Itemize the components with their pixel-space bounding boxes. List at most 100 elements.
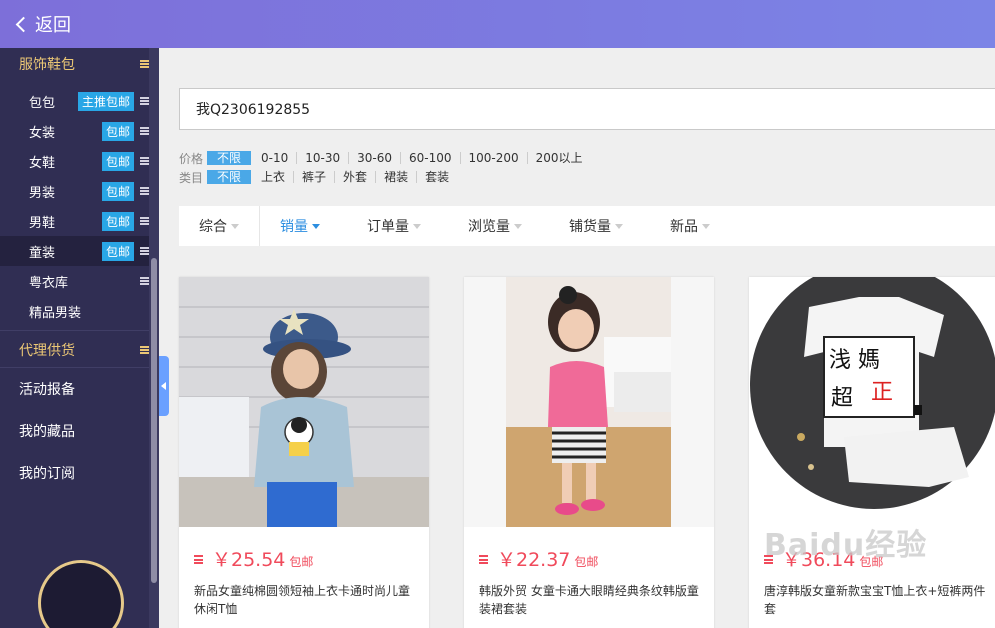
sidebar-item-premium-menswear[interactable]: 精品男装	[0, 296, 159, 326]
svg-text:正: 正	[871, 380, 893, 405]
product-title[interactable]: 新品女童纯棉圆领短袖上衣卡通时尚儿童休闲T恤	[194, 582, 419, 618]
sidebar-item-yueyiku[interactable]: 粤衣库	[0, 266, 159, 296]
menu-icon[interactable]	[140, 247, 149, 255]
price-row: ￥22.37 包邮	[479, 545, 598, 572]
filter-option[interactable]: 60-100	[400, 152, 460, 164]
filter-label: 价格	[179, 151, 204, 166]
shipping-tag: 包邮	[101, 121, 134, 141]
menu-icon[interactable]	[140, 277, 149, 285]
sort-label: 浏览量	[468, 219, 510, 235]
product-price: ￥22.37	[497, 549, 571, 571]
product-price: ￥25.54	[212, 549, 286, 571]
caret-down-icon	[413, 223, 421, 229]
sort-views[interactable]: 浏览量	[441, 206, 542, 246]
filter-option[interactable]: 100-200	[459, 152, 527, 164]
sidebar-section-apparel[interactable]: 服饰鞋包	[0, 48, 159, 80]
sidebar-item-womens-wear[interactable]: 女装 包邮	[0, 116, 159, 146]
filter-option[interactable]: 外套	[334, 171, 375, 183]
filter-option[interactable]: 200以上	[526, 152, 591, 164]
menu-icon[interactable]	[140, 127, 149, 135]
menu-icon[interactable]	[140, 187, 149, 195]
divider	[0, 330, 159, 331]
menu-icon[interactable]	[140, 217, 149, 225]
watermark: Baidu经验	[764, 528, 928, 563]
sidebar-item-mens-wear[interactable]: 男装 包邮	[0, 176, 159, 206]
shipping-label: 包邮	[289, 555, 314, 569]
sidebar-item-label: 男鞋	[29, 215, 56, 231]
sidebar-item-label: 粤衣库	[29, 275, 69, 291]
sort-distribution[interactable]: 铺货量	[542, 206, 643, 246]
product-title[interactable]: 韩版外贸 女童卡通大眼睛经典条纹韩版童装裙套装	[479, 582, 704, 618]
product-card[interactable]: ￥22.37 包邮 韩版外贸 女童卡通大眼睛经典条纹韩版童装裙套装	[464, 277, 714, 628]
sidebar-item-label: 精品男装	[29, 305, 82, 321]
product-image[interactable]	[464, 277, 714, 527]
sort-label: 综合	[199, 219, 227, 235]
filter-option[interactable]: 0-10	[261, 152, 296, 164]
sort-sales[interactable]: 销量	[260, 206, 340, 246]
sidebar-item-womens-shoes[interactable]: 女鞋 包邮	[0, 146, 159, 176]
category-filter: 类目 不限 上衣 裤子 外套 裙装 套装	[179, 169, 457, 185]
price-filter: 价格 不限 0-10 10-30 30-60 60-100 100-200 20…	[179, 150, 591, 166]
filter-option[interactable]: 10-30	[296, 152, 348, 164]
sort-label: 铺货量	[569, 219, 611, 235]
caret-down-icon	[615, 223, 623, 229]
sort-label: 新品	[670, 219, 698, 235]
chevron-left-icon	[15, 16, 32, 33]
menu-icon[interactable]	[479, 555, 488, 564]
product-card[interactable]: ￥25.54 包邮 新品女童纯棉圆领短袖上衣卡通时尚儿童休闲T恤	[179, 277, 429, 628]
menu-icon[interactable]	[140, 97, 149, 105]
filter-option[interactable]: 上衣	[261, 171, 293, 183]
search-value: 我Q2306192855	[196, 102, 311, 118]
product-card[interactable]: 浅 媽 超 正 ￥36.14 包邮 唐淳韩版女童新款宝宝T恤上衣+短裤两件套	[749, 277, 995, 628]
back-button[interactable]: 返回	[15, 11, 71, 37]
sidebar-item-label: 童装	[29, 245, 56, 261]
caret-down-icon	[231, 223, 239, 229]
price-row: ￥25.54 包邮	[194, 545, 313, 572]
sidebar: 服饰鞋包 包包 主推包邮 女装 包邮 女鞋 包邮 男装 包邮 男鞋 包邮 童装 …	[0, 48, 159, 628]
sidebar-item-label: 包包	[29, 95, 56, 111]
sidebar-section-supply[interactable]: 代理供货	[0, 333, 159, 367]
filter-option[interactable]: 裤子	[293, 171, 334, 183]
shipping-tag: 包邮	[101, 151, 134, 171]
filter-option-selected[interactable]: 不限	[207, 170, 252, 184]
sidebar-item-bags[interactable]: 包包 主推包邮	[0, 86, 159, 116]
caret-down-icon	[514, 223, 522, 229]
filter-option-selected[interactable]: 不限	[207, 151, 252, 165]
sidebar-item-label: 女鞋	[29, 155, 56, 171]
svg-text:超: 超	[831, 386, 853, 411]
sort-label: 销量	[280, 219, 308, 235]
menu-icon[interactable]	[140, 157, 149, 165]
sidebar-item-mens-shoes[interactable]: 男鞋 包邮	[0, 206, 159, 236]
menu-icon	[140, 60, 149, 68]
scrollbar-thumb[interactable]	[151, 258, 157, 583]
filter-option[interactable]: 套装	[416, 171, 457, 183]
sidebar-link-my-collection[interactable]: 我的藏品	[0, 410, 159, 452]
sidebar-item-kids-wear[interactable]: 童装 包邮	[0, 236, 159, 266]
shipping-tag: 主推包邮	[77, 91, 134, 111]
sort-new[interactable]: 新品	[643, 206, 730, 246]
section-label: 服饰鞋包	[19, 57, 75, 73]
search-input[interactable]: 我Q2306192855	[179, 88, 995, 130]
sidebar-link-my-subscriptions[interactable]: 我的订阅	[0, 452, 159, 494]
caret-down-icon	[702, 223, 710, 229]
top-bar: 返回	[0, 0, 995, 48]
product-image[interactable]: 浅 媽 超 正	[749, 277, 995, 527]
shipping-tag: 包邮	[101, 181, 134, 201]
menu-icon[interactable]	[194, 555, 203, 564]
sidebar-link-activity-report[interactable]: 活动报备	[0, 368, 159, 410]
filter-option[interactable]: 裙装	[375, 171, 416, 183]
avatar[interactable]	[38, 560, 124, 628]
shipping-tag: 包邮	[101, 241, 134, 261]
filter-option[interactable]: 30-60	[348, 152, 400, 164]
caret-down-icon	[312, 223, 320, 229]
shipping-label: 包邮	[574, 555, 599, 569]
sort-orders[interactable]: 订单量	[340, 206, 441, 246]
sidebar-item-label: 女装	[29, 125, 56, 141]
product-title[interactable]: 唐淳韩版女童新款宝宝T恤上衣+短裤两件套	[764, 582, 989, 618]
sort-bar: 综合 销量 订单量 浏览量 铺货量 新品	[179, 206, 995, 246]
svg-text:浅 媽: 浅 媽	[829, 348, 880, 373]
sort-comprehensive[interactable]: 综合	[179, 206, 259, 246]
sort-label: 订单量	[367, 219, 409, 235]
sidebar-item-label: 男装	[29, 185, 56, 201]
product-image[interactable]	[179, 277, 429, 527]
